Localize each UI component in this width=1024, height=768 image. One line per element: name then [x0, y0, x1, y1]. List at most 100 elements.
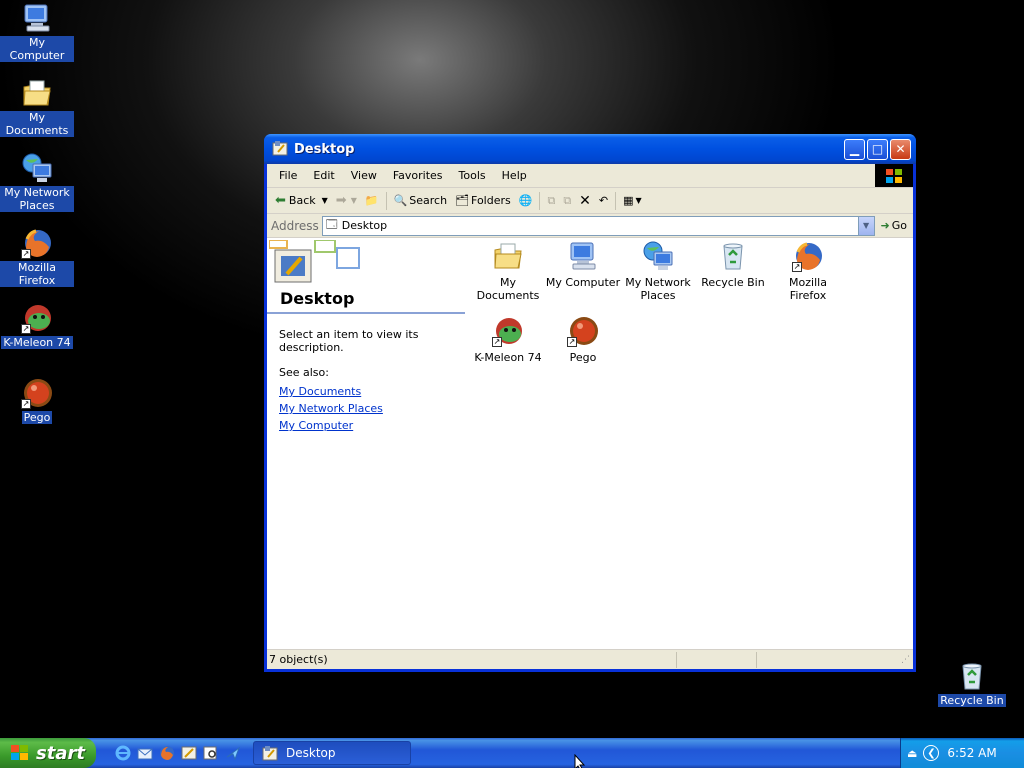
menu-favorites[interactable]: Favorites: [385, 169, 451, 182]
file-item-network-places[interactable]: My Network Places: [620, 240, 696, 302]
folders-button[interactable]: 🗂 Folders: [451, 190, 515, 212]
file-item-pego[interactable]: ↗ Pego: [545, 315, 621, 364]
forward-button[interactable]: ➡ ▼: [332, 190, 361, 212]
file-view: My Documents My Computer My Network Plac…: [471, 238, 913, 649]
file-item-label: Recycle Bin: [701, 276, 765, 289]
window-titlebar[interactable]: Desktop ▁ □ ✕: [264, 134, 916, 164]
desktop-icon-kmeleon[interactable]: ↗ K-Meleon 74: [0, 302, 74, 349]
search-icon[interactable]: [202, 745, 219, 762]
messenger-icon[interactable]: [224, 745, 241, 762]
search-button[interactable]: 🔍 Search: [390, 190, 452, 212]
desktop-icon-label: My Computer: [0, 36, 74, 62]
ie-icon[interactable]: [114, 745, 131, 762]
file-item-my-documents[interactable]: My Documents: [470, 240, 546, 302]
desktop-icon-label: My Network Places: [0, 186, 74, 212]
menu-edit[interactable]: Edit: [305, 169, 342, 182]
kmeleon-icon: ↗: [21, 302, 53, 334]
start-label: start: [36, 742, 85, 764]
undo-button[interactable]: ↶: [595, 190, 612, 212]
minimize-button[interactable]: ▁: [844, 138, 865, 160]
kmeleon-icon: ↗: [492, 315, 524, 347]
views-button[interactable]: ▦ ▼: [619, 190, 646, 212]
my-documents-icon: [21, 77, 53, 109]
views-icon: ▦: [623, 194, 634, 207]
dropdown-arrow-icon[interactable]: ▼: [636, 196, 642, 205]
copy-to-button[interactable]: ⧉: [559, 190, 575, 212]
taskbar-button-desktop[interactable]: Desktop: [253, 741, 411, 765]
desktop-icon-my-documents[interactable]: My Documents: [0, 77, 74, 137]
content-area: Desktop Select an item to view its descr…: [267, 238, 913, 649]
file-item-recycle-bin[interactable]: Recycle Bin: [695, 240, 771, 289]
clock[interactable]: 6:52 AM: [947, 746, 996, 760]
menu-help[interactable]: Help: [494, 169, 535, 182]
start-button[interactable]: start: [0, 738, 96, 768]
address-input[interactable]: 🗔 Desktop ▼: [321, 215, 875, 236]
desktop-icon-firefox[interactable]: ↗ Mozilla Firefox: [0, 227, 74, 287]
desktop-icon-network-places[interactable]: My Network Places: [0, 152, 74, 212]
back-button[interactable]: ⬅ Back ▼: [271, 190, 332, 212]
back-arrow-icon: ⬅: [275, 193, 286, 208]
menu-view[interactable]: View: [343, 169, 385, 182]
desktop-folder-icon: 🗔: [325, 218, 338, 231]
resize-grip-icon[interactable]: ⋰: [901, 655, 913, 665]
status-cell: [677, 651, 757, 668]
address-value: Desktop: [341, 219, 388, 232]
link-my-computer[interactable]: My Computer: [279, 419, 459, 432]
dropdown-arrow-icon[interactable]: ▼: [322, 196, 328, 205]
close-icon: ✕: [895, 142, 906, 156]
back-label: Back: [288, 194, 316, 207]
safely-remove-hardware-icon[interactable]: ⏏: [907, 747, 917, 760]
shortcut-arrow-icon: ↗: [792, 262, 802, 272]
desktop-icon-label: Mozilla Firefox: [0, 261, 74, 287]
chevron-left-icon[interactable]: ❮: [923, 745, 940, 761]
maximize-icon: □: [871, 142, 884, 156]
file-item-my-computer[interactable]: My Computer: [545, 240, 621, 289]
link-my-documents[interactable]: My Documents: [279, 385, 459, 398]
show-desktop-icon[interactable]: [180, 745, 197, 762]
close-button[interactable]: ✕: [890, 138, 911, 160]
up-folder-button[interactable]: 📁: [361, 190, 383, 212]
task-pane: Desktop Select an item to view its descr…: [267, 238, 471, 649]
pego-icon: ↗: [567, 315, 599, 347]
network-places-icon: [21, 152, 53, 184]
dropdown-arrow-icon[interactable]: ▼: [351, 196, 357, 205]
address-label: Address: [271, 218, 319, 233]
outlook-express-icon[interactable]: [136, 745, 153, 762]
desktop-icon-my-computer[interactable]: My Computer: [0, 2, 74, 62]
file-item-label: My Network Places: [625, 276, 691, 302]
link-my-network-places[interactable]: My Network Places: [279, 402, 459, 415]
globe-icon: 🌐: [518, 194, 533, 207]
address-dropdown-icon[interactable]: ▼: [857, 216, 874, 235]
minimize-icon: ▁: [849, 142, 860, 156]
menu-bar: File Edit View Favorites Tools Help: [267, 164, 913, 188]
sync-button[interactable]: 🌐: [515, 190, 537, 212]
task-pane-body: Select an item to view its description. …: [267, 314, 471, 450]
shortcut-arrow-icon: ↗: [492, 337, 502, 347]
system-tray: ⏏ ❮ 6:52 AM: [900, 738, 1024, 768]
go-button[interactable]: ➜ Go: [875, 219, 913, 232]
move-to-button[interactable]: ⧉: [543, 190, 559, 212]
recycle-bin-icon: [956, 660, 988, 692]
window-body: File Edit View Favorites Tools Help ⬅ Ba…: [267, 164, 913, 669]
file-item-label: My Computer: [545, 276, 621, 289]
address-bar: Address 🗔 Desktop ▼ ➜ Go: [267, 214, 913, 238]
desktop-icon-recycle-bin[interactable]: Recycle Bin: [935, 660, 1009, 707]
desktop-icon-pego[interactable]: ↗ Pego: [0, 377, 74, 424]
desktop-icon-label: Recycle Bin: [938, 694, 1006, 707]
menu-tools[interactable]: Tools: [451, 169, 494, 182]
desktop-banner-icon: [269, 240, 360, 283]
menu-file[interactable]: File: [271, 169, 305, 182]
file-item-kmeleon[interactable]: ↗ K-Meleon 74: [470, 315, 546, 364]
shortcut-arrow-icon: ↗: [567, 337, 577, 347]
desktop-icon-label: Pego: [21, 411, 53, 424]
folders-label: Folders: [471, 194, 511, 207]
maximize-button[interactable]: □: [867, 138, 888, 160]
go-arrow-icon: ➜: [880, 219, 890, 232]
explorer-window[interactable]: Desktop ▁ □ ✕ File Edit View Favorites T…: [264, 134, 916, 672]
firefox-icon[interactable]: [158, 745, 175, 762]
shortcut-arrow-icon: ↗: [21, 399, 31, 409]
standard-toolbar: ⬅ Back ▼ ➡ ▼ 📁 🔍 Search 🗂 Folders 🌐 ⧉ ⧉ …: [267, 188, 913, 214]
my-computer-icon: [21, 2, 53, 34]
delete-button[interactable]: ✕: [575, 190, 595, 212]
file-item-firefox[interactable]: ↗ Mozilla Firefox: [770, 240, 846, 302]
